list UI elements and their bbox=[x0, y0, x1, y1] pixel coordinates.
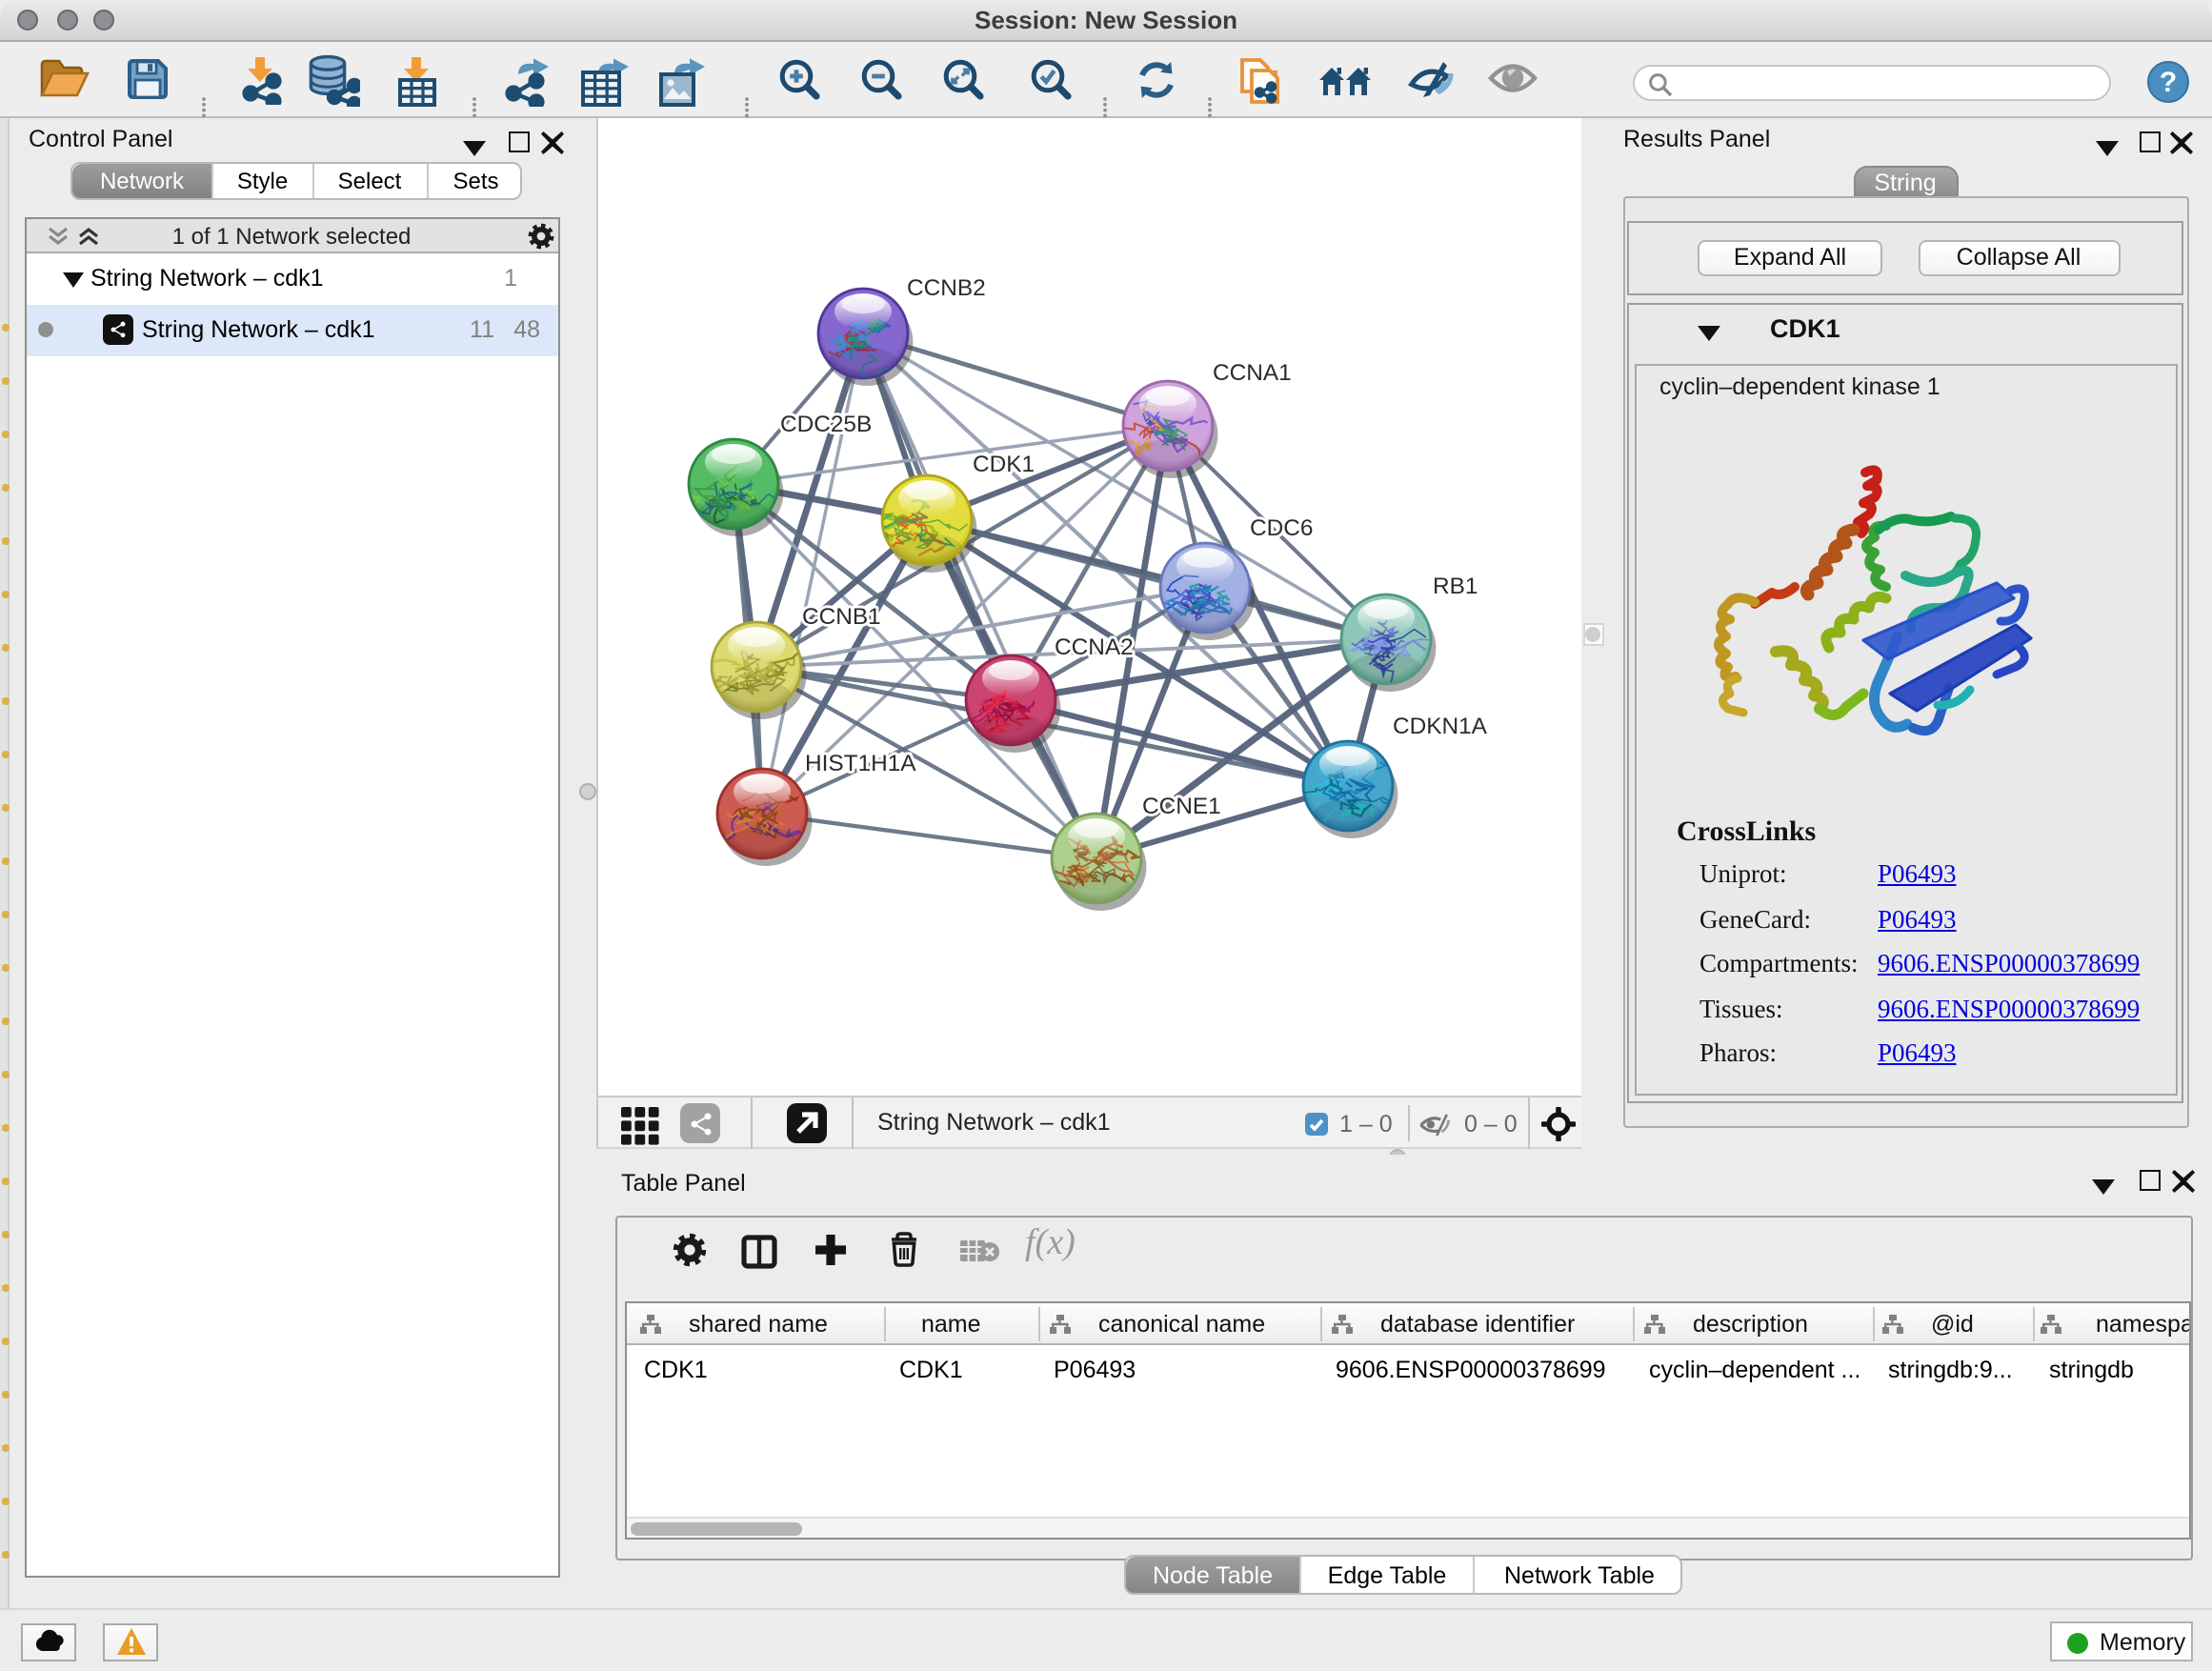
svg-text:CCNB1: CCNB1 bbox=[802, 603, 881, 629]
svg-text:CDKN1A: CDKN1A bbox=[1393, 713, 1488, 738]
svg-text:CDC6: CDC6 bbox=[1250, 514, 1313, 540]
svg-text:CCNA2: CCNA2 bbox=[1055, 634, 1134, 659]
svg-text:CCNB2: CCNB2 bbox=[907, 274, 986, 300]
svg-text:HIST1H1A: HIST1H1A bbox=[805, 750, 916, 775]
svg-text:CCNA1: CCNA1 bbox=[1213, 359, 1292, 385]
svg-text:CDK1: CDK1 bbox=[973, 451, 1035, 476]
svg-text:RB1: RB1 bbox=[1433, 573, 1478, 598]
svg-text:CDC25B: CDC25B bbox=[780, 411, 872, 436]
svg-text:CCNE1: CCNE1 bbox=[1142, 793, 1221, 818]
